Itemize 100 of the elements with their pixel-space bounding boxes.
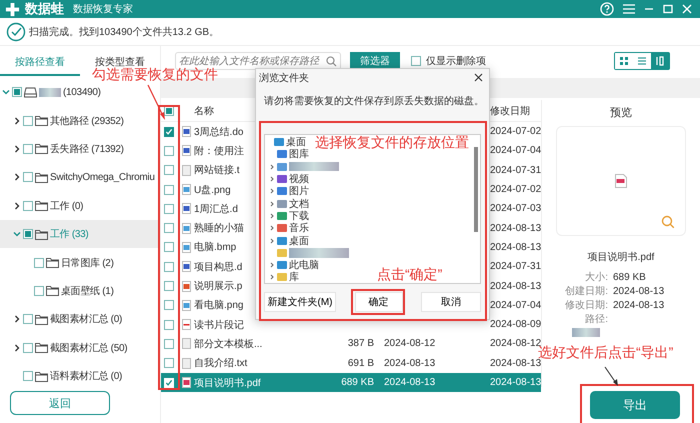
folder-label[interactable]: 文档 — [289, 196, 309, 211]
folder-label[interactable]: 桌面 — [289, 234, 309, 248]
checkbox[interactable] — [164, 126, 174, 137]
column-header[interactable]: 修改日期 — [490, 106, 530, 116]
folder-label[interactable]: 桌面 — [286, 135, 306, 150]
chevron-icon[interactable] — [13, 144, 21, 153]
checkbox[interactable] — [164, 242, 174, 252]
tree-label[interactable]: 其他路径 (29352) — [50, 114, 124, 128]
chevron-icon[interactable] — [269, 188, 275, 194]
checkbox[interactable] — [164, 165, 174, 176]
created-date: 2024-08-12 — [384, 338, 436, 350]
checkbox[interactable] — [164, 338, 174, 349]
checkbox[interactable] — [23, 229, 33, 240]
checkbox[interactable] — [34, 258, 44, 268]
close-icon[interactable] — [474, 73, 483, 82]
tree-row[interactable]: 工作 (0) — [0, 192, 160, 220]
folder-label[interactable]: 此电脑 — [289, 258, 319, 272]
chevron-icon[interactable] — [13, 202, 21, 210]
tree-row[interactable]: SwitchyOmega_Chromiu — [0, 163, 160, 192]
checkbox[interactable] — [23, 371, 33, 382]
checkbox[interactable] — [164, 358, 174, 368]
chevron-icon[interactable] — [269, 176, 275, 182]
checkbox[interactable] — [164, 300, 174, 310]
chevron-icon[interactable] — [269, 274, 275, 280]
search-icon[interactable] — [326, 56, 337, 66]
tree-label[interactable]: 语料素材汇总 (0) — [50, 369, 122, 384]
tree-label[interactable]: 工作 (0) — [50, 198, 84, 213]
folder-label[interactable]: 图库 — [289, 147, 309, 162]
checkbox[interactable] — [12, 87, 22, 98]
checkbox[interactable] — [23, 116, 33, 126]
column-header[interactable]: 名称 — [194, 106, 214, 116]
checkbox[interactable] — [164, 146, 174, 156]
modified-date: 2024-07-31 — [490, 261, 542, 272]
folder-label[interactable]: 库 — [289, 270, 299, 284]
chevron-icon[interactable] — [269, 238, 275, 244]
checkbox[interactable] — [411, 56, 421, 66]
checkbox[interactable] — [164, 223, 174, 234]
view-tab[interactable]: 按路径查看 — [0, 55, 80, 76]
modified-date: 2024-07-02 — [490, 126, 542, 138]
tree-label[interactable]: 日常图库 (2) — [61, 256, 114, 270]
chevron-icon[interactable] — [269, 262, 275, 268]
folder-label[interactable]: 图片 — [289, 184, 309, 198]
tree-label[interactable]: 截图素材汇总 (0) — [50, 312, 122, 326]
tree-label[interactable]: SwitchyOmega_Chromiu — [50, 172, 155, 183]
chevron-icon[interactable] — [13, 116, 21, 125]
scrollbar-thumb[interactable] — [474, 147, 478, 232]
selected-row[interactable]: 项目说明书.pdf 689 KB 2024-08-13 2024-08-13 — [161, 372, 541, 392]
chevron-icon[interactable] — [13, 315, 21, 324]
checkbox[interactable] — [164, 204, 174, 214]
checkbox[interactable] — [34, 286, 44, 296]
folder-label[interactable]: 音乐 — [289, 221, 309, 236]
tree-row[interactable]: 桌面壁纸 (1) — [0, 276, 160, 306]
tree-label[interactable]: 桌面壁纸 (1) — [61, 284, 114, 298]
back-button[interactable]: 返回 — [10, 391, 110, 415]
dialog-button[interactable]: 取消 — [421, 292, 481, 312]
checkbox[interactable] — [164, 281, 174, 292]
tree-row[interactable]: 截图素材汇总 (0) — [0, 305, 160, 334]
checkbox[interactable] — [164, 320, 174, 330]
app-name: 数据蛙 — [25, 0, 64, 18]
menu-icon[interactable] — [623, 4, 635, 14]
maximize-icon[interactable] — [663, 4, 673, 14]
dialog-title: 浏览文件夹 — [259, 72, 309, 84]
checkbox[interactable] — [164, 262, 174, 272]
export-button[interactable]: 导出 — [590, 391, 680, 419]
checkbox[interactable] — [23, 144, 33, 154]
file-size: 691 B — [348, 358, 374, 369]
folder-icon — [277, 198, 287, 209]
checkbox-label[interactable]: 仅显示删除项 — [426, 54, 486, 68]
file-icon — [182, 358, 191, 369]
detail-label: 创建日期: — [564, 284, 608, 298]
folder-icon — [35, 228, 48, 240]
dialog-button[interactable]: 确定 — [354, 292, 402, 312]
tree-label[interactable]: (103490) — [63, 86, 101, 98]
chevron-icon[interactable] — [269, 164, 275, 170]
folder-label[interactable]: 视频 — [289, 172, 309, 186]
chevron-icon[interactable] — [269, 225, 275, 232]
detail-view-button[interactable] — [651, 53, 669, 69]
checkbox[interactable] — [23, 314, 33, 324]
checkbox[interactable] — [23, 200, 33, 211]
modified-date: 2024-07-04 — [490, 145, 542, 156]
tree-label[interactable]: 丢失路径 (71392) — [50, 142, 124, 156]
chevron-icon[interactable] — [269, 200, 275, 207]
tree-row[interactable]: 截图素材汇总 (50) — [0, 334, 160, 362]
tree-row[interactable]: 日常图库 (2) — [0, 248, 160, 277]
checkbox[interactable] — [23, 172, 33, 182]
chevron-icon[interactable] — [269, 212, 275, 219]
chevron-icon[interactable] — [13, 173, 21, 182]
help-icon[interactable] — [600, 2, 614, 16]
folder-label[interactable]: 下载 — [289, 208, 309, 223]
checkbox[interactable] — [164, 184, 174, 195]
zoom-icon[interactable] — [661, 215, 675, 229]
tree-row[interactable]: 其他路径 (29352) — [0, 106, 160, 135]
dialog-button[interactable]: 新建文件夹(M) — [264, 292, 336, 312]
tree-label[interactable]: 截图素材汇总 (50) — [50, 340, 128, 355]
tree-row[interactable]: 语料素材汇总 (0) — [0, 362, 160, 390]
tree-row[interactable]: 丢失路径 (71392) — [0, 134, 160, 164]
check-circle-icon — [6, 22, 26, 42]
chevron-icon[interactable] — [13, 344, 21, 352]
detail-label: 大小: — [584, 270, 608, 284]
checkbox[interactable] — [23, 342, 33, 353]
